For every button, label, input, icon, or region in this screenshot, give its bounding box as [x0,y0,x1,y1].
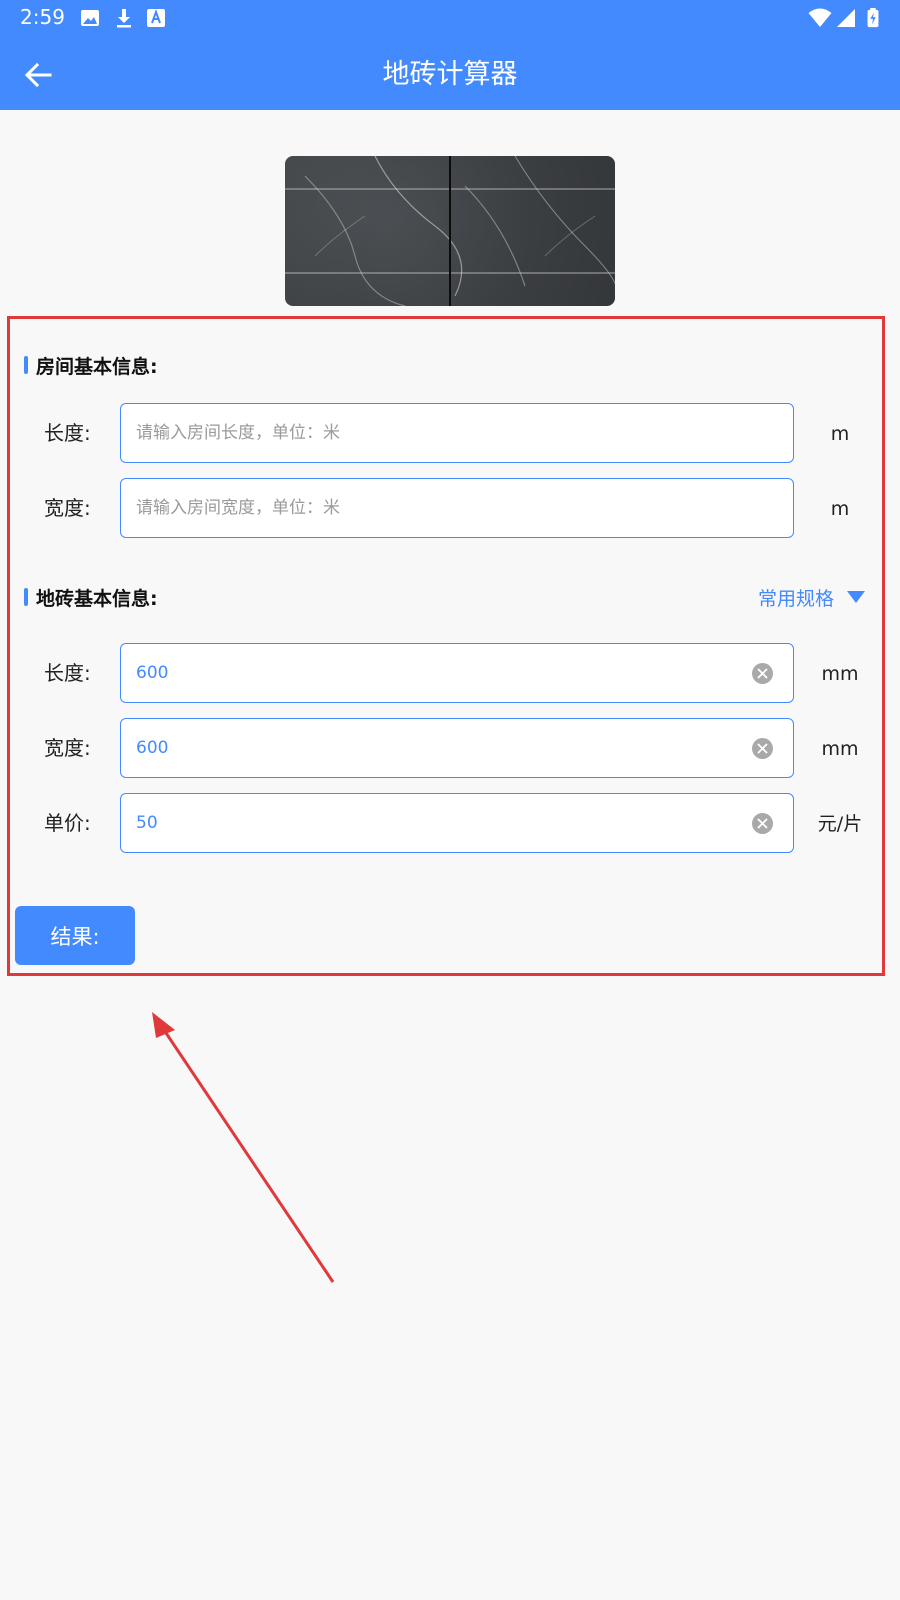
annotation-arrow [152,1012,335,1283]
